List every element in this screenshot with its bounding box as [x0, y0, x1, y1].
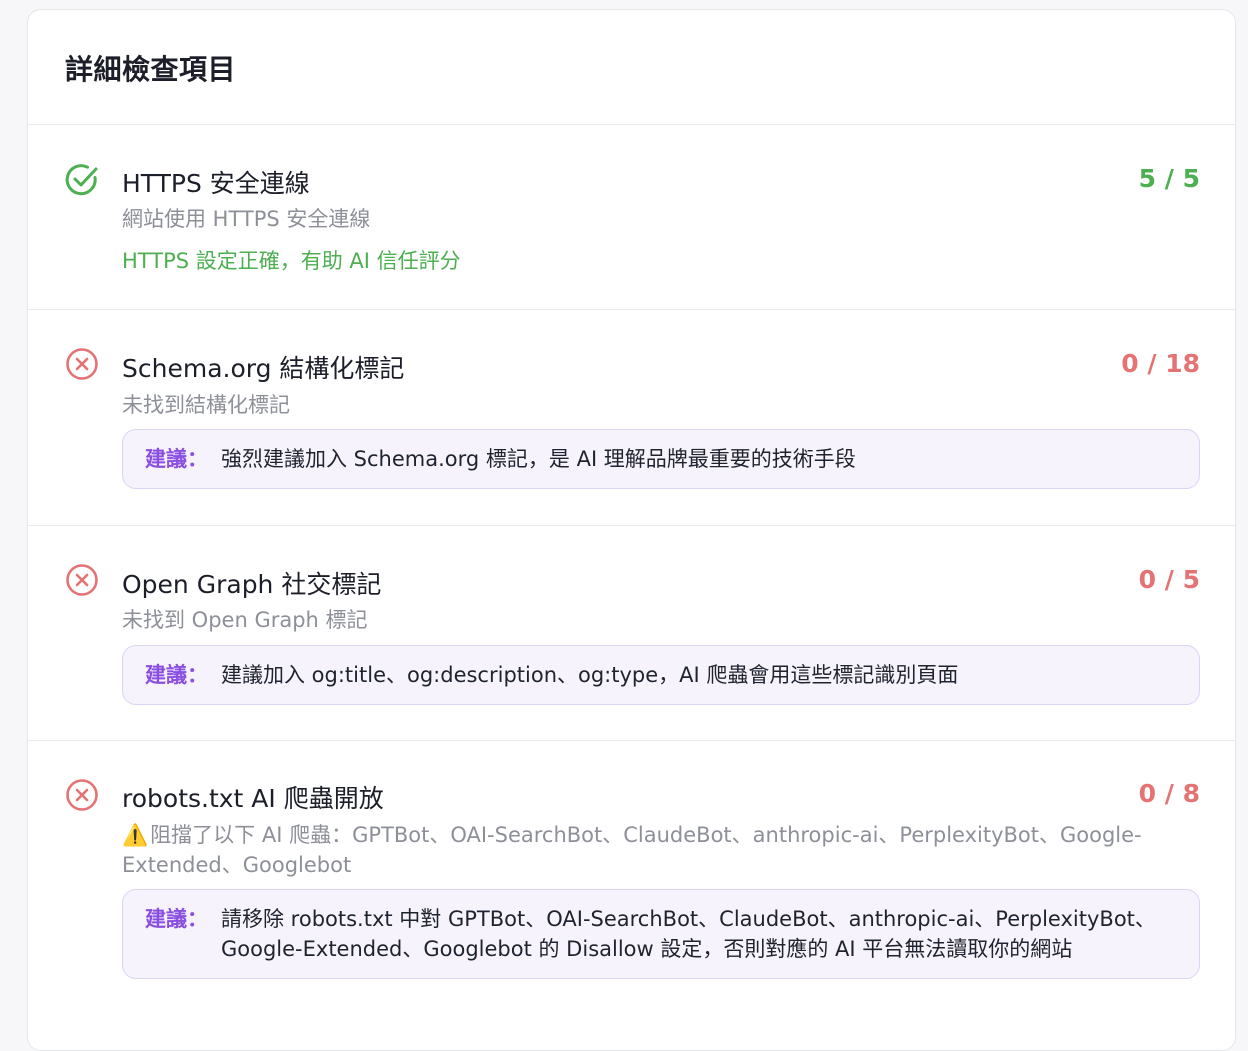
suggestion-box: 建議： 請移除 robots.txt 中對 GPTBot、OAI-SearchB…	[122, 889, 1200, 979]
check-item-https: HTTPS 安全連線 5 / 5 網站使用 HTTPS 安全連線 HTTPS 設…	[28, 125, 1235, 310]
x-circle-icon	[65, 347, 99, 381]
suggestion-label: 建議：	[145, 663, 208, 687]
check-item-open-graph: Open Graph 社交標記 0 / 5 未找到 Open Graph 標記 …	[28, 526, 1235, 741]
item-title: HTTPS 安全連線	[122, 169, 310, 198]
item-description-text: 阻擋了以下 AI 爬蟲：GPTBot、OAI-SearchBot、ClaudeB…	[122, 823, 1142, 877]
check-item-schema: Schema.org 結構化標記 0 / 18 未找到結構化標記 建議： 強烈建…	[28, 310, 1235, 526]
suggestion-text: 請移除 robots.txt 中對 GPTBot、OAI-SearchBot、C…	[221, 907, 1156, 961]
check-circle-icon	[65, 163, 99, 197]
item-title: Schema.org 結構化標記	[122, 354, 405, 383]
suggestion-text: 強烈建議加入 Schema.org 標記，是 AI 理解品牌最重要的技術手段	[221, 447, 856, 471]
suggestion-label: 建議：	[145, 907, 208, 931]
item-score: 0 / 5	[1138, 565, 1200, 594]
suggestion-label: 建議：	[145, 447, 208, 471]
item-description: ⚠️阻擋了以下 AI 爬蟲：GPTBot、OAI-SearchBot、Claud…	[122, 820, 1155, 880]
item-score: 5 / 5	[1138, 164, 1200, 193]
card-header: 詳細檢查項目	[28, 10, 1235, 125]
item-description: 未找到 Open Graph 標記	[122, 608, 368, 632]
x-circle-icon	[65, 778, 99, 812]
check-item-robots: robots.txt AI 爬蟲開放 0 / 8 ⚠️阻擋了以下 AI 爬蟲：G…	[28, 741, 1235, 1050]
item-result: HTTPS 設定正確，有助 AI 信任評分	[122, 249, 461, 273]
item-description: 網站使用 HTTPS 安全連線	[122, 207, 371, 231]
section-title: 詳細檢查項目	[65, 53, 237, 86]
x-circle-icon	[65, 563, 99, 597]
suggestion-box: 建議： 強烈建議加入 Schema.org 標記，是 AI 理解品牌最重要的技術…	[122, 429, 1200, 489]
item-title: Open Graph 社交標記	[122, 570, 382, 599]
item-score: 0 / 18	[1121, 349, 1200, 378]
item-description: 未找到結構化標記	[122, 393, 290, 417]
suggestion-text: 建議加入 og:title、og:description、og:type，AI …	[221, 663, 959, 687]
item-score: 0 / 8	[1138, 779, 1200, 808]
suggestion-box: 建議： 建議加入 og:title、og:description、og:type…	[122, 645, 1200, 705]
detail-check-card: 詳細檢查項目 HTTPS 安全連線 5 / 5 網站使用 HTTPS 安全連線 …	[27, 9, 1236, 1051]
warning-icon: ⚠️	[122, 823, 149, 847]
item-title: robots.txt AI 爬蟲開放	[122, 784, 384, 813]
